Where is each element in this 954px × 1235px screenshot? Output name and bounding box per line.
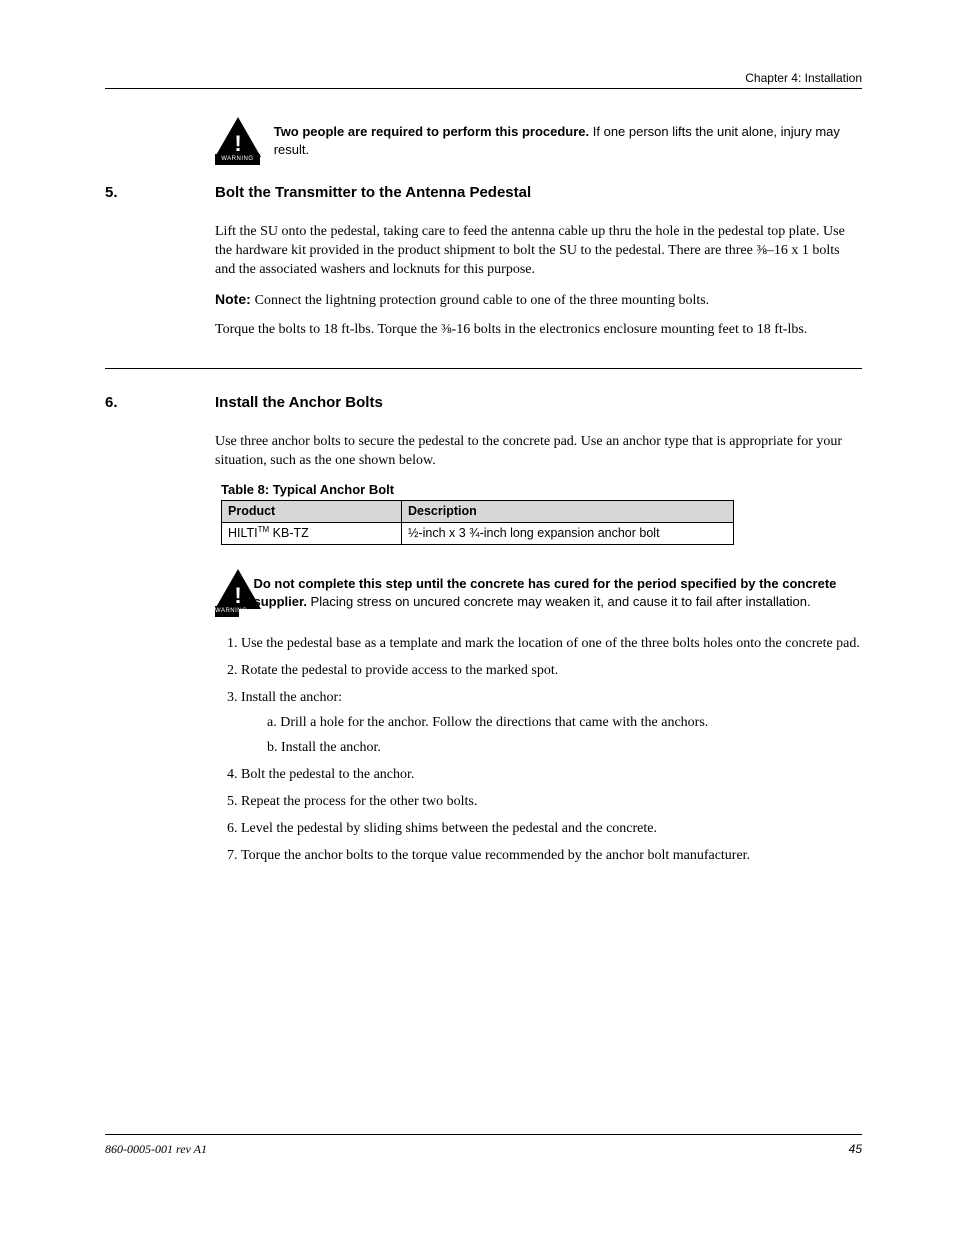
list-item: Use the pedestal base as a template and … [241,635,862,654]
list-item: Install the anchor. [267,739,862,758]
warning-block: ! WARNING Do not complete this step unti… [215,569,862,617]
step-intro: Use three anchor bolts to secure the ped… [215,433,862,471]
step-title: Bolt the Transmitter to the Antenna Pede… [215,183,862,203]
section-rule [105,368,862,369]
table-caption: Table 8: Typical Anchor Bolt [221,481,862,499]
footer-page-number: 45 [849,1141,862,1157]
step-body: Lift the SU onto the pedestal, taking ca… [215,223,862,349]
footer-docid: 860-0005-001 rev A1 [105,1141,207,1157]
step-title: Install the Anchor Bolts [215,393,862,413]
table-row: HILTITM KB-TZ ½-inch x 3 ¾-inch long exp… [222,523,734,545]
running-header: Chapter 4: Installation [105,70,862,86]
list-item: Level the pedestal by sliding shims betw… [241,820,862,839]
substeps-list: Use the pedestal base as a template and … [215,635,862,865]
list-item: Drill a hole for the anchor. Follow the … [267,714,862,733]
warning-text: Two people are required to perform this … [274,117,862,158]
anchor-bolt-table: Product Description HILTITM KB-TZ ½-inch… [221,500,734,545]
table-header: Description [402,501,734,523]
list-item: Install the anchor: Drill a hole for the… [241,689,862,758]
warning-icon: ! WARNING [215,569,239,617]
list-item: Bolt the pedestal to the anchor. [241,766,862,785]
warning-text: Do not complete this step until the conc… [253,569,862,610]
step-number: 6. [105,393,118,413]
list-item: Repeat the process for the other two bol… [241,793,862,812]
list-item: Rotate the pedestal to provide access to… [241,662,862,681]
warning-icon: ! WARNING [215,117,260,165]
list-item: Torque the anchor bolts to the torque va… [241,847,862,866]
warning-block: ! WARNING Two people are required to per… [215,117,862,165]
page-footer: 860-0005-001 rev A1 45 [105,1134,862,1157]
header-rule [105,88,862,89]
step-number: 5. [105,183,118,203]
table-header: Product [222,501,402,523]
